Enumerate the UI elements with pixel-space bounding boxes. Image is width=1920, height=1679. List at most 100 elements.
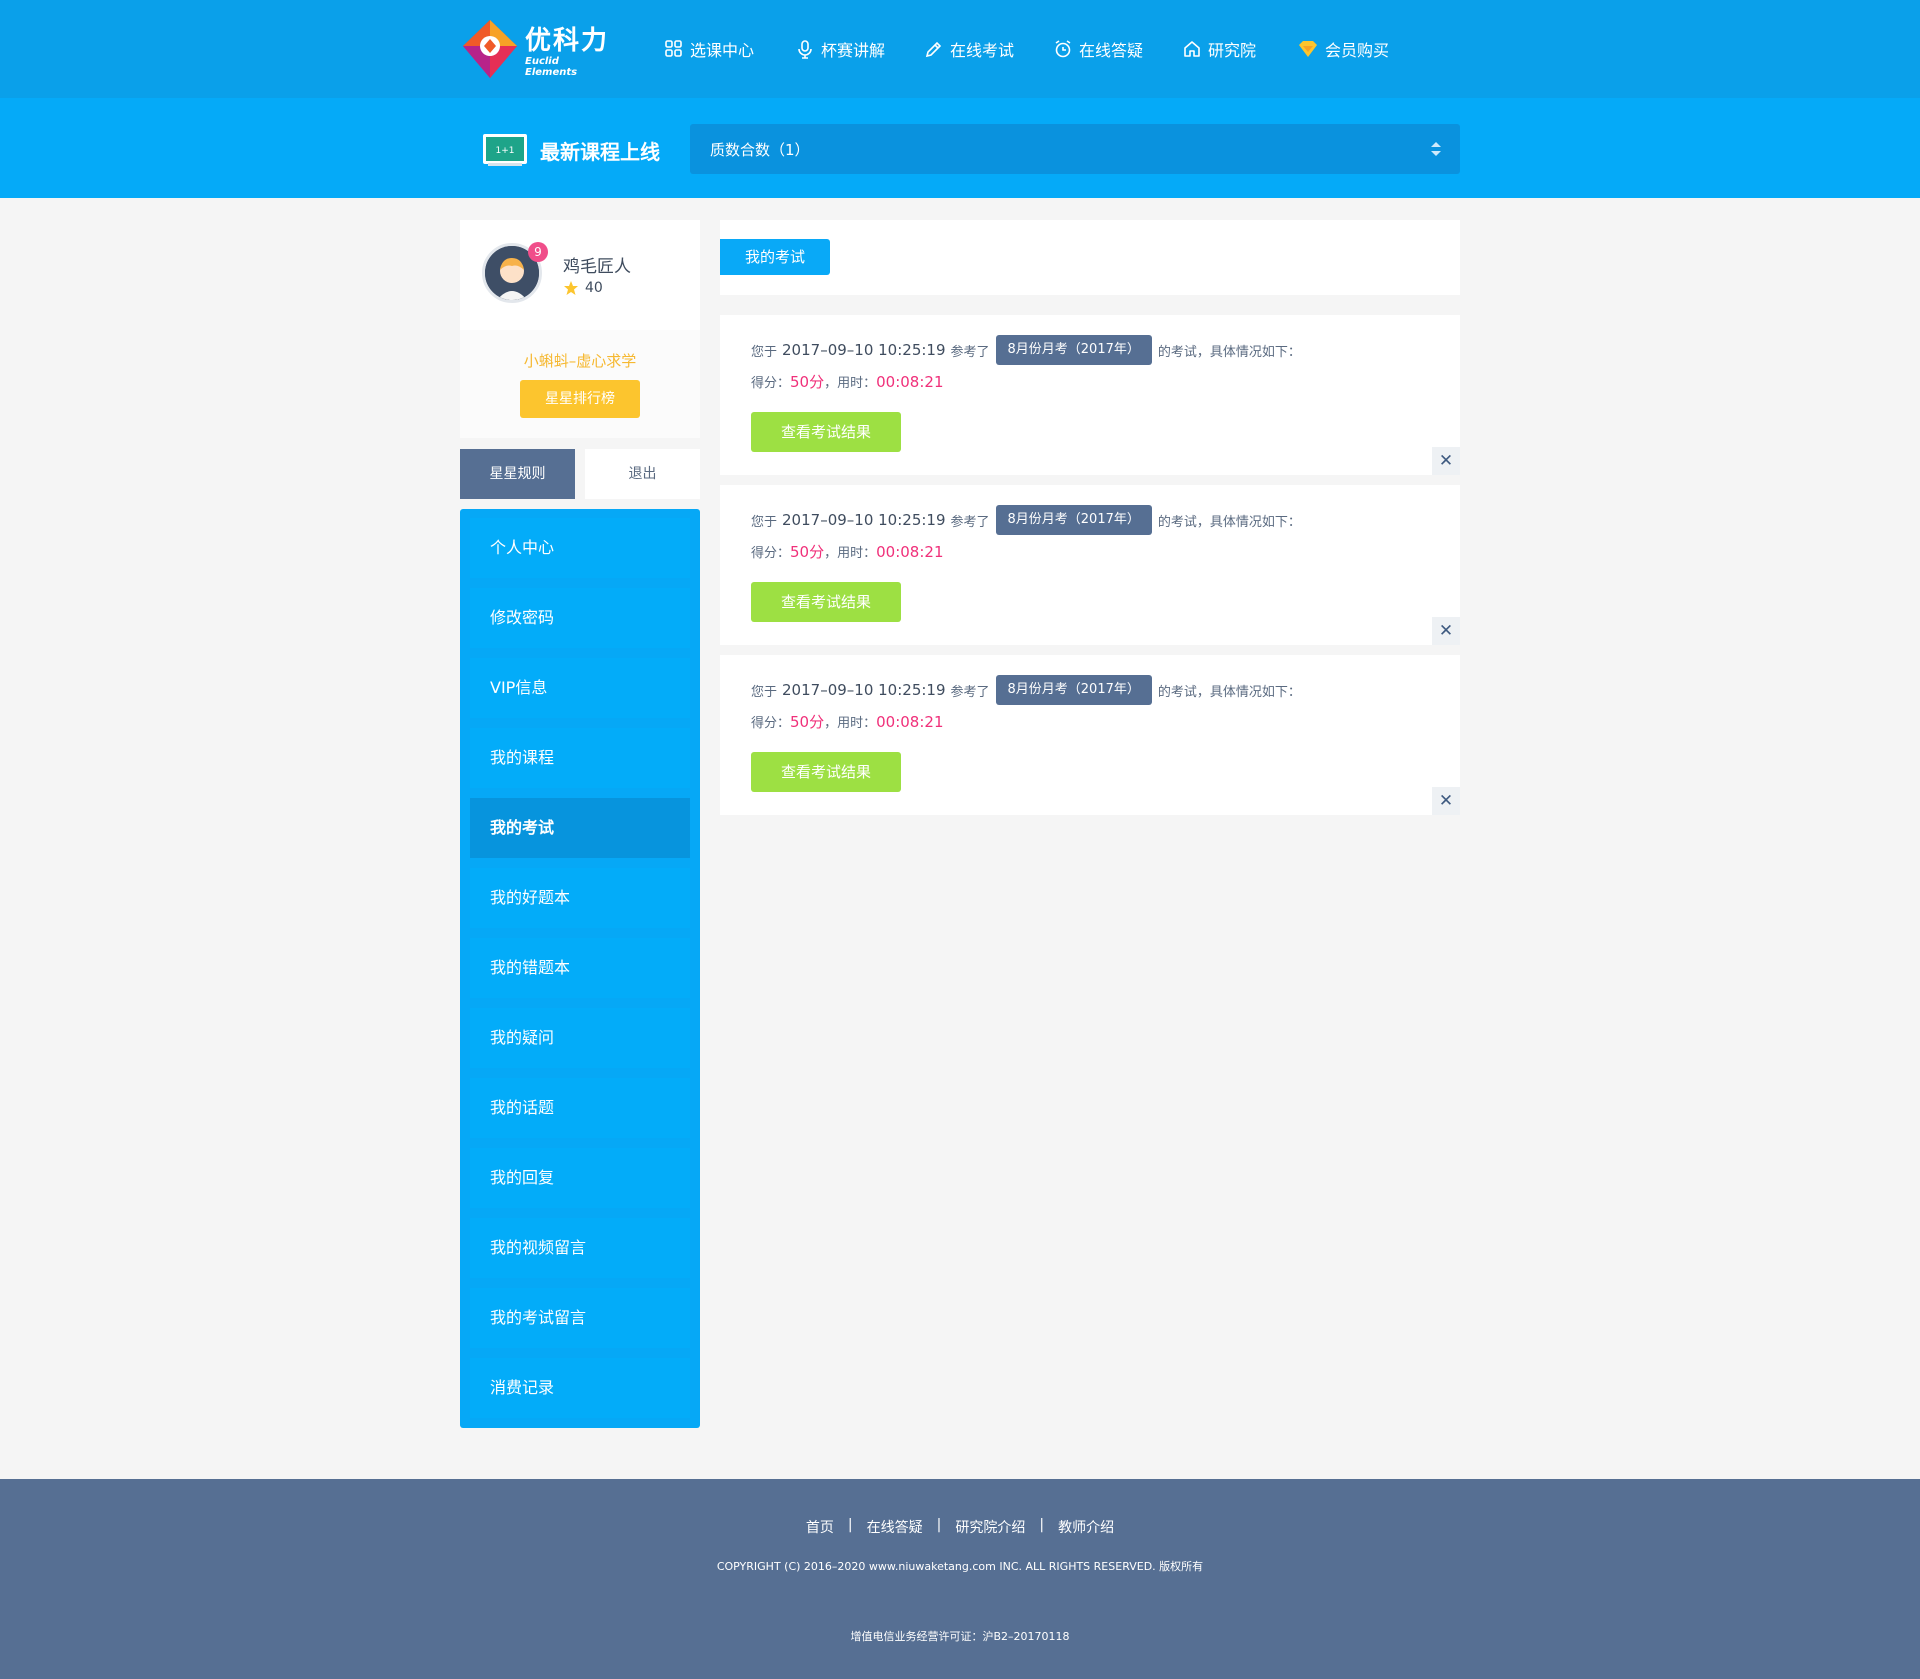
summary-suffix: 的考试，具体情况如下： (1157, 344, 1301, 360)
time-value: 00:08:21 (876, 543, 944, 561)
board-text: 1+1 (496, 146, 515, 156)
nav-label: 选课中心 (690, 41, 755, 60)
nav-label: 杯赛讲解 (821, 41, 886, 60)
sidebar-item-my-exams[interactable]: 我的考试 (470, 798, 690, 858)
sidebar-item-my-courses[interactable]: 我的课程 (470, 728, 690, 788)
sidebar-item-personal-center[interactable]: 个人中心 (470, 518, 690, 578)
sidebar-item-my-doubts[interactable]: 我的疑问 (470, 1008, 690, 1068)
tab-bar: 我的考试 (720, 220, 1460, 295)
close-icon[interactable]: ✕ (1432, 447, 1460, 475)
footer-link-home[interactable]: 首页 (792, 1517, 848, 1537)
home-icon (1184, 41, 1200, 57)
close-icon[interactable]: ✕ (1432, 617, 1460, 645)
sidebar-item-wrong-questions[interactable]: 我的错题本 (470, 938, 690, 998)
profile-card: 9 鸡毛匠人 40 小蝌蚪–虚心求学 星星排行榜 (460, 220, 700, 438)
course-select[interactable]: 质数合数（1） (690, 124, 1460, 174)
score-label: 得分： (751, 716, 791, 731)
sidebar-item-video-comments[interactable]: 我的视频留言 (470, 1218, 690, 1278)
brand-logo[interactable]: 优科力 Euclid Elements (459, 18, 609, 80)
view-result-button[interactable]: 查看考试结果 (751, 582, 901, 622)
nav-membership[interactable]: 会员购买 (1297, 36, 1389, 62)
star-icon (564, 281, 578, 295)
sidebar-item-change-password[interactable]: 修改密码 (470, 588, 690, 648)
brand-name: 优科力 (525, 26, 610, 56)
exam-summary: 您于 2017–09–10 10:25:19 参考了 8月份月考（2017年） … (751, 335, 1301, 365)
star-rules-button[interactable]: 星星规则 (460, 449, 575, 499)
summary-prefix: 您于 (751, 684, 778, 700)
star-leaderboard-button[interactable]: 星星排行榜 (520, 380, 640, 418)
profile-header: 9 鸡毛匠人 40 (460, 220, 700, 330)
sidebar-item-purchase-history[interactable]: 消费记录 (470, 1358, 690, 1418)
exam-score-line: 得分：50分，用时：00:08:21 (751, 711, 944, 732)
exam-datetime: 2017–09–10 10:25:19 (782, 341, 946, 359)
nav-online-qa[interactable]: 在线答疑 (1053, 36, 1143, 62)
nav-label: 在线考试 (950, 41, 1015, 60)
score-label: 得分： (751, 376, 791, 391)
footer-link-online-qa[interactable]: 在线答疑 (853, 1517, 937, 1537)
time-value: 00:08:21 (876, 373, 944, 391)
exam-summary: 您于 2017–09–10 10:25:19 参考了 8月份月考（2017年） … (751, 505, 1301, 535)
kite-logo-icon (463, 20, 517, 78)
exam-datetime: 2017–09–10 10:25:19 (782, 681, 946, 699)
exam-score-line: 得分：50分，用时：00:08:21 (751, 371, 944, 392)
exam-name-tag[interactable]: 8月份月考（2017年） (995, 505, 1152, 535)
summary-suffix: 的考试，具体情况如下： (1157, 684, 1301, 700)
summary-prefix: 您于 (751, 344, 778, 360)
nav-online-exam[interactable]: 在线考试 (924, 36, 1014, 62)
summary-suffix: 的考试，具体情况如下： (1157, 514, 1301, 530)
footer-link-institute[interactable]: 研究院介绍 (941, 1517, 1039, 1537)
nav-course-center[interactable]: 选课中心 (664, 36, 754, 62)
footer-links: 首页 | 在线答疑 | 研究院介绍 | 教师介绍 (0, 1517, 1920, 1537)
license-text: 增值电信业务经营许可证：沪B2–20170118 (850, 1630, 1070, 1643)
score-label: 得分： (751, 546, 791, 561)
score-value: 50分 (790, 713, 825, 731)
sidebar-item-good-questions[interactable]: 我的好题本 (470, 868, 690, 928)
view-result-button[interactable]: 查看考试结果 (751, 752, 901, 792)
sort-arrows-icon (1431, 142, 1441, 156)
view-result-button[interactable]: 查看考试结果 (751, 412, 901, 452)
close-icon[interactable]: ✕ (1432, 787, 1460, 815)
exam-name-tag[interactable]: 8月份月考（2017年） (995, 335, 1152, 365)
sidebar-item-my-replies[interactable]: 我的回复 (470, 1148, 690, 1208)
footer-link-teachers[interactable]: 教师介绍 (1044, 1517, 1128, 1537)
username: 鸡毛匠人 (563, 257, 631, 277)
nav-label: 会员购买 (1325, 41, 1390, 60)
summary-mid: 参考了 (950, 684, 990, 700)
sidebar-item-my-topics[interactable]: 我的话题 (470, 1078, 690, 1138)
blackboard-icon: 1+1 (483, 134, 527, 166)
tab-my-exams[interactable]: 我的考试 (720, 239, 830, 275)
grid-icon (665, 40, 682, 57)
time-label: ，用时： (824, 716, 877, 731)
star-value: 40 (585, 280, 603, 296)
exam-name-tag[interactable]: 8月份月考（2017年） (995, 675, 1152, 705)
nav-label: 研究院 (1208, 41, 1257, 60)
top-navigation: 优科力 Euclid Elements 选课中心 杯赛讲解 在线考试 在线答疑 (0, 0, 1920, 98)
copyright-text: COPYRIGHT (C) 2016–2020 www.niuwaketang.… (716, 1560, 1204, 1573)
exam-record: 您于 2017–09–10 10:25:19 参考了 8月份月考（2017年） … (720, 655, 1460, 815)
diamond-icon (1299, 41, 1317, 57)
banner-title: 最新课程上线 (540, 140, 660, 164)
brand-subtitle: Euclid Elements (525, 56, 578, 78)
microphone-icon (798, 40, 812, 59)
exam-score-line: 得分：50分，用时：00:08:21 (751, 541, 944, 562)
score-value: 50分 (790, 543, 825, 561)
sidebar-item-exam-comments[interactable]: 我的考试留言 (470, 1288, 690, 1348)
nav-institute[interactable]: 研究院 (1182, 36, 1256, 62)
summary-mid: 参考了 (950, 344, 990, 360)
banner: 1+1 最新课程上线 质数合数（1） (0, 98, 1920, 198)
summary-mid: 参考了 (950, 514, 990, 530)
exam-record: 您于 2017–09–10 10:25:19 参考了 8月份月考（2017年） … (720, 315, 1460, 475)
nav-competition[interactable]: 杯赛讲解 (795, 36, 885, 62)
time-label: ，用时： (824, 546, 877, 561)
sidebar-item-vip-info[interactable]: VIP信息 (470, 658, 690, 718)
alarm-clock-icon (1055, 40, 1071, 58)
nav-label: 在线答疑 (1079, 41, 1144, 60)
score-value: 50分 (790, 373, 825, 391)
rank-title: 小蝌蚪–虚心求学 (523, 352, 637, 370)
course-select-value: 质数合数（1） (710, 140, 810, 159)
sidebar-menu: 个人中心 修改密码 VIP信息 我的课程 我的考试 我的好题本 我的错题本 我的… (460, 509, 700, 1428)
notification-badge: 9 (528, 242, 548, 262)
star-count: 40 (563, 280, 603, 296)
time-label: ，用时： (824, 376, 877, 391)
logout-button[interactable]: 退出 (585, 449, 700, 499)
